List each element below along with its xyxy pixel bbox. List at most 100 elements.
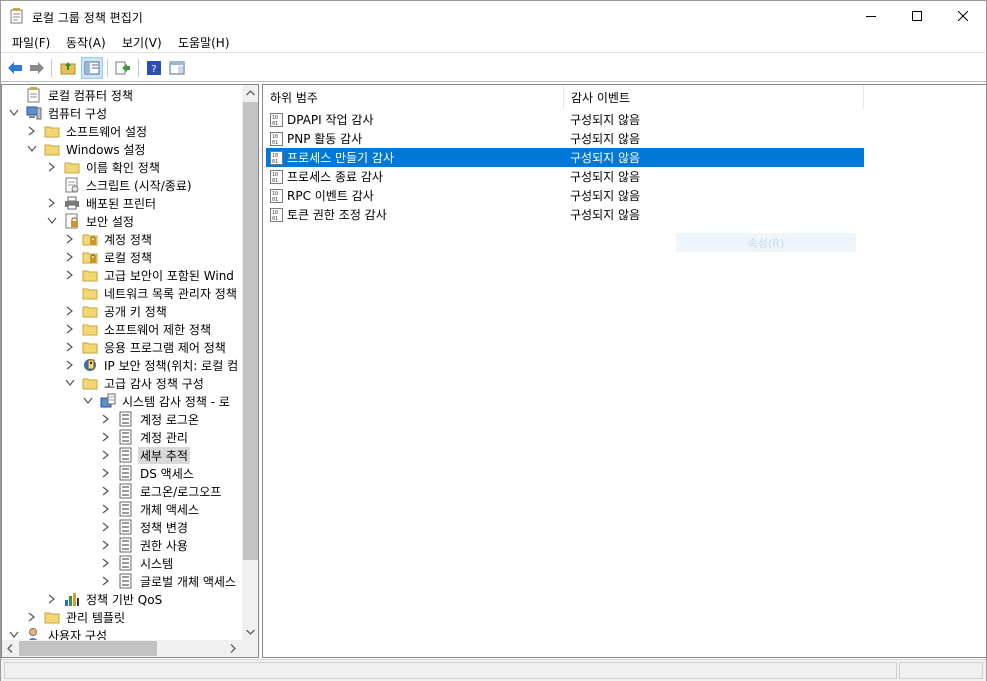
menu-view[interactable]: 보기(V) <box>120 34 164 51</box>
tree-item[interactable]: Windows 설정 <box>26 140 147 158</box>
chevron-right-icon[interactable] <box>100 503 112 515</box>
chevron-right-icon[interactable] <box>64 251 76 263</box>
chevron-right-icon[interactable] <box>100 431 112 443</box>
list-cell-name: 10 01 프로세스 만들기 감사 <box>270 148 394 167</box>
tree-item[interactable]: 시스템 <box>100 554 175 572</box>
help-icon[interactable]: ? <box>143 57 165 79</box>
tree-item[interactable]: 배포된 프린터 <box>46 194 158 212</box>
column-header-subcategory[interactable]: 하위 범주 <box>263 85 564 109</box>
export-list-icon[interactable] <box>112 57 134 79</box>
chevron-right-icon[interactable] <box>100 575 112 587</box>
maximize-button[interactable] <box>894 1 940 31</box>
show-hide-tree-icon[interactable] <box>81 57 103 79</box>
tree-item[interactable]: 계정 관리 <box>100 428 190 446</box>
tree-item[interactable]: 고급 보안이 포함된 Wind <box>64 266 236 284</box>
chevron-down-icon[interactable] <box>26 143 38 155</box>
auditsub-icon <box>118 573 134 589</box>
tree-item[interactable]: 로그온/로그오프 <box>100 482 223 500</box>
tree-item[interactable]: 계정 정책 <box>64 230 154 248</box>
tree-item[interactable]: 글로벌 개체 액세스 <box>100 572 238 590</box>
tree-item[interactable]: 이름 확인 정책 <box>46 158 162 176</box>
chevron-down-icon[interactable] <box>46 215 58 227</box>
tree-item[interactable]: DS 액세스 <box>100 464 196 482</box>
tree-item[interactable]: 공개 키 정책 <box>64 302 169 320</box>
tree-item[interactable]: 정책 변경 <box>100 518 190 536</box>
tree-item[interactable]: 권한 사용 <box>100 536 190 554</box>
scroll-right-icon[interactable] <box>230 644 236 653</box>
detail-list[interactable]: 하위 범주 감사 이벤트 10 01 DPAPI 작업 감사 구성되지 않음 10 01 P… <box>262 84 987 658</box>
tree-item[interactable]: 컴퓨터 구성 <box>8 104 109 122</box>
svg-text:01: 01 <box>272 121 278 127</box>
tree-vertical-scrollbar[interactable] <box>242 85 258 640</box>
menu-file[interactable]: 파일(F) <box>10 34 52 51</box>
tree-item[interactable]: 소프트웨어 설정 <box>26 122 149 140</box>
folder-icon <box>82 321 98 337</box>
tree-item[interactable]: 관리 템플릿 <box>26 608 127 626</box>
list-item[interactable]: 10 01 PNP 활동 감사 구성되지 않음 <box>266 129 864 148</box>
column-header-audit-events[interactable]: 감사 이벤트 <box>564 85 864 109</box>
tree-vertical-scroll-thumb[interactable] <box>243 102 258 560</box>
tree-item[interactable]: 스크립트 (시작/종료) <box>46 176 194 194</box>
tree-item[interactable]: IP 보안 정책(위치: 로컬 컴 <box>64 356 240 374</box>
tree-item[interactable]: 로컬 컴퓨터 정책 <box>8 86 135 104</box>
menu-action[interactable]: 동작(A) <box>64 34 108 51</box>
console-tree[interactable]: 로컬 컴퓨터 정책 컴퓨터 구성 소프트웨어 설정 Windows 설정이름 확인 정… <box>1 84 259 658</box>
up-folder-icon[interactable] <box>57 57 79 79</box>
list-item[interactable]: 10 01 토큰 권한 조정 감사 구성되지 않음 <box>266 205 864 224</box>
list-item[interactable]: 10 01 프로세스 만들기 감사 구성되지 않음 <box>266 148 864 167</box>
list-cell-value: 구성되지 않음 <box>570 110 640 129</box>
chevron-right-icon[interactable] <box>100 449 112 461</box>
chevron-right-icon[interactable] <box>64 341 76 353</box>
forward-icon[interactable] <box>26 57 48 79</box>
chevron-right-icon[interactable] <box>64 233 76 245</box>
list-cell-value: 구성되지 않음 <box>570 129 640 148</box>
chevron-right-icon[interactable] <box>46 593 58 605</box>
tree-horizontal-scroll-thumb[interactable] <box>19 641 157 656</box>
menu-help[interactable]: 도움말(H) <box>176 34 232 51</box>
chevron-down-icon[interactable] <box>8 107 20 119</box>
chevron-right-icon[interactable] <box>46 197 58 209</box>
chevron-right-icon[interactable] <box>26 611 38 623</box>
chevron-right-icon[interactable] <box>64 323 76 335</box>
chevron-right-icon[interactable] <box>64 269 76 281</box>
tree-item[interactable]: 계정 로그온 <box>100 410 201 428</box>
chevron-right-icon[interactable] <box>46 161 58 173</box>
scroll-down-icon[interactable] <box>246 629 255 635</box>
tree-item[interactable]: 소프트웨어 제한 정책 <box>64 320 213 338</box>
list-item[interactable]: 10 01 프로세스 종료 감사 구성되지 않음 <box>266 167 864 186</box>
tree-item[interactable]: 시스템 감사 정책 - 로 <box>82 392 232 410</box>
chevron-right-icon[interactable] <box>100 467 112 479</box>
chevron-right-icon[interactable] <box>64 305 76 317</box>
list-item[interactable]: 10 01 RPC 이벤트 감사 구성되지 않음 <box>266 186 864 205</box>
close-button[interactable] <box>940 1 986 31</box>
scroll-up-icon[interactable] <box>246 90 255 96</box>
tree-item-label: 이름 확인 정책 <box>86 160 160 175</box>
list-cell-name: 10 01 PNP 활동 감사 <box>270 129 362 148</box>
chevron-right-icon[interactable] <box>100 413 112 425</box>
chevron-right-icon[interactable] <box>100 485 112 497</box>
properties-pane-icon[interactable] <box>166 57 188 79</box>
chevron-down-icon[interactable] <box>64 377 76 389</box>
minimize-button[interactable] <box>848 1 894 31</box>
tree-item[interactable]: 로컬 정책 <box>64 248 154 266</box>
tree-item[interactable]: 개체 액세스 <box>100 500 201 518</box>
back-icon[interactable] <box>4 57 26 79</box>
chevron-right-icon[interactable] <box>26 125 38 137</box>
chevron-right-icon[interactable] <box>100 539 112 551</box>
tree-item[interactable]: 고급 감사 정책 구성 <box>64 374 206 392</box>
tree-item[interactable]: 응용 프로그램 제어 정책 <box>64 338 228 356</box>
chevron-right-icon[interactable] <box>64 359 76 371</box>
tree-item[interactable]: 세부 추적 <box>100 446 190 464</box>
list-cell-value: 구성되지 않음 <box>570 205 640 224</box>
tree-item-label: 소프트웨어 제한 정책 <box>104 322 211 337</box>
chevron-right-icon[interactable] <box>100 521 112 533</box>
tree-item[interactable]: 정책 기반 QoS <box>46 590 164 608</box>
chevron-right-icon[interactable] <box>100 557 112 569</box>
tree-item[interactable]: 보안 설정 <box>46 212 136 230</box>
scroll-left-icon[interactable] <box>7 644 13 653</box>
chevron-down-icon[interactable] <box>82 395 94 407</box>
tree-item[interactable]: 네트워크 목록 관리자 정책 <box>64 284 239 302</box>
tree-horizontal-scrollbar[interactable] <box>2 640 242 657</box>
list-item[interactable]: 10 01 DPAPI 작업 감사 구성되지 않음 <box>266 110 864 129</box>
